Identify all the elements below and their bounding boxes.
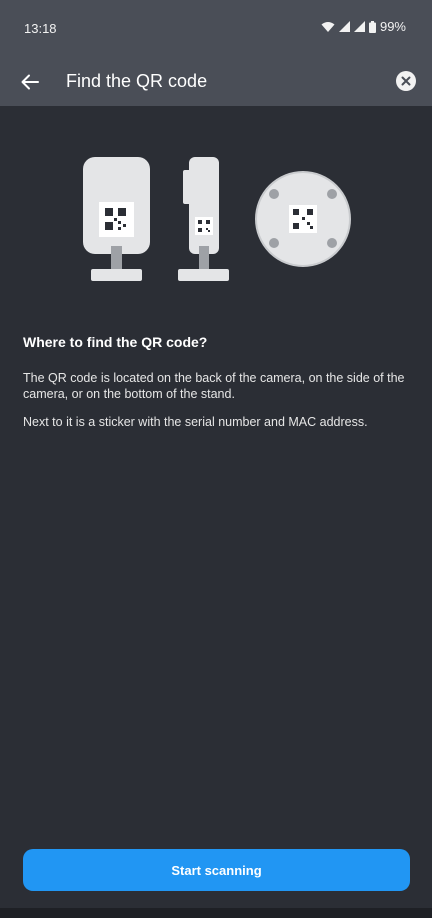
qr-location-illustration [83, 157, 351, 281]
battery-percentage: 99% [379, 19, 406, 34]
section-heading: Where to find the QR code? [23, 334, 208, 350]
wifi-icon [321, 21, 335, 32]
status-bar: 13:18 99% [0, 0, 432, 58]
status-icons: 99% [321, 19, 406, 34]
signal-icon [338, 21, 350, 32]
serial-sticker-note: Next to it is a sticker with the serial … [23, 415, 368, 429]
battery-icon [368, 20, 376, 33]
arrow-left-icon [21, 74, 39, 90]
close-icon [401, 76, 411, 86]
status-time: 13:18 [24, 21, 57, 36]
back-button[interactable] [14, 66, 46, 98]
qr-location-description: The QR code is located on the back of th… [23, 371, 405, 401]
system-nav-bar [0, 908, 432, 918]
stand-bottom-illustration [255, 171, 351, 267]
close-button[interactable] [396, 71, 416, 91]
start-scanning-button[interactable]: Start scanning [23, 849, 410, 891]
page-title: Find the QR code [66, 71, 208, 91]
app-bar: Find the QR code [0, 58, 432, 106]
camera-side-illustration [178, 157, 229, 281]
camera-back-illustration [83, 157, 150, 281]
signal-icon [353, 21, 365, 32]
